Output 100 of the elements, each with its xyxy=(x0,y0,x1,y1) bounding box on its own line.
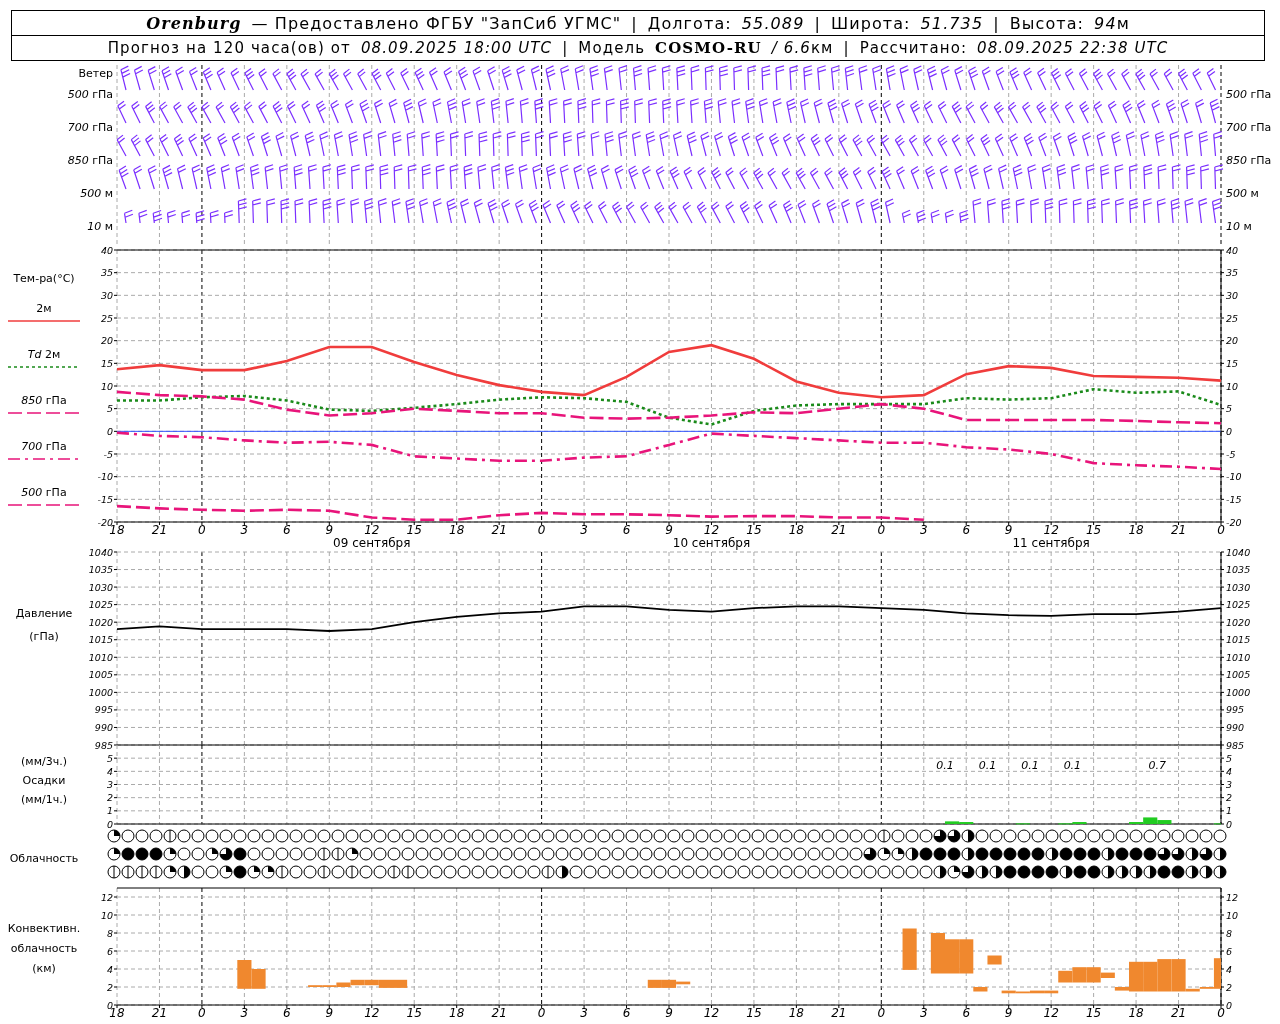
tick-label: 25 xyxy=(1226,312,1239,324)
cloud-cover-icon xyxy=(625,847,639,861)
tick-label: 15 xyxy=(100,357,113,369)
cloud-cover-icon xyxy=(443,829,457,843)
tick-label: 12 xyxy=(1226,891,1239,903)
cloud-cover-icon xyxy=(485,865,499,879)
tick-label: 30 xyxy=(100,289,113,301)
cloud-cover-icon xyxy=(1087,847,1101,861)
cloud-cover-icon xyxy=(1101,847,1115,861)
cloud-cover-icon xyxy=(667,829,681,843)
header-text: Прогноз на 120 часа(ов) от xyxy=(107,39,351,57)
legend-label: 500 гПа xyxy=(21,486,67,500)
cloud-cover-icon xyxy=(191,865,205,879)
tick-label: 21 xyxy=(151,523,168,537)
cloud-cover-icon xyxy=(1003,847,1017,861)
cloud-cover-icon xyxy=(737,847,751,861)
cloud-cover-icon xyxy=(443,865,457,879)
cloud-cover-icon xyxy=(1157,847,1171,861)
tick-label: 985 xyxy=(1226,739,1245,751)
cloud-cover-icon xyxy=(527,865,541,879)
cloud-cover-icon xyxy=(611,829,625,843)
tick-label: 25 xyxy=(100,312,113,324)
cloud-cover-icon xyxy=(163,847,177,861)
tick-label: 15 xyxy=(1085,523,1102,537)
cloud-cover-icon xyxy=(639,847,653,861)
cloud-cover-icon xyxy=(331,829,345,843)
cloud-cover-icon xyxy=(1045,829,1059,843)
cloud-cover-icon xyxy=(191,829,205,843)
tick-label: 0 xyxy=(1226,999,1233,1011)
tick-label: 1005 xyxy=(1226,669,1251,681)
cloud-cover-icon xyxy=(989,865,1003,879)
cloud-cover-icon xyxy=(597,865,611,879)
cloud-cover-icon xyxy=(1087,865,1101,879)
tick-label: 30 xyxy=(1226,289,1239,301)
pipe-separator: | xyxy=(993,13,1000,33)
cloud-cover-icon xyxy=(191,847,205,861)
tick-label: 0 xyxy=(106,999,113,1011)
panel-title: Тем-ра(°C) xyxy=(13,272,75,286)
cloud-cover-icon xyxy=(317,847,331,861)
tick-label: 995 xyxy=(94,704,113,716)
cloud-cover-icon xyxy=(569,847,583,861)
legend-label: Td 2м xyxy=(27,348,61,362)
cloud-cover-icon xyxy=(835,865,849,879)
cloud-cover-icon xyxy=(961,847,975,861)
cloud-cover-icon xyxy=(779,865,793,879)
cloud-cover-icon xyxy=(933,865,947,879)
cloud-cover-icon xyxy=(135,847,149,861)
cloud-cover-icon xyxy=(1031,829,1045,843)
tick-label: 1035 xyxy=(88,564,113,576)
cloud-cover-icon xyxy=(1101,865,1115,879)
tick-label: 0 xyxy=(537,523,546,537)
level-label: 500 гПа xyxy=(67,88,113,102)
cloud-cover-icon xyxy=(415,829,429,843)
tick-label: 5 xyxy=(106,403,113,415)
tick-label: 18 xyxy=(788,523,805,537)
pipe-separator: | xyxy=(814,13,821,33)
value-text: 51.735 xyxy=(920,13,984,33)
cloud-cover-icon xyxy=(737,865,751,879)
cloud-cover-icon xyxy=(835,847,849,861)
tick-label: 12 xyxy=(364,1006,380,1020)
cloud-cover-icon xyxy=(639,865,653,879)
tick-label: 8 xyxy=(106,927,113,939)
cloud-cover-icon xyxy=(331,847,345,861)
cloud-cover-icon xyxy=(1031,865,1045,879)
cloud-cover-icon xyxy=(877,865,891,879)
tick-label: 12 xyxy=(1043,523,1059,537)
cloud-cover-icon xyxy=(499,865,513,879)
tick-label: 3 xyxy=(580,1006,588,1020)
tick-label: -10 xyxy=(97,471,113,483)
tick-label: 40 xyxy=(100,244,113,256)
tick-label: 9 xyxy=(665,523,673,537)
tick-label: 15 xyxy=(406,523,422,537)
tick-label: 990 xyxy=(94,721,113,733)
tick-label: 3 xyxy=(240,523,249,537)
tick-label: 995 xyxy=(1226,704,1245,716)
cloud-cover-icon xyxy=(597,829,611,843)
tick-label: 1015 xyxy=(88,634,113,646)
tick-label: 985 xyxy=(94,739,113,751)
tick-label: 5 xyxy=(1226,752,1233,764)
cloud-cover-icon xyxy=(233,829,247,843)
cloud-cover-icon xyxy=(177,847,191,861)
cloud-cover-icon xyxy=(555,847,569,861)
cloud-cover-icon xyxy=(723,865,737,879)
tick-label: 6 xyxy=(106,945,113,957)
cloud-cover-icon xyxy=(905,829,919,843)
cloud-cover-icon xyxy=(583,865,597,879)
date-label: 10 сентября xyxy=(672,536,751,550)
cloud-cover-icon xyxy=(919,829,933,843)
legend-label: 700 гПа xyxy=(21,440,67,454)
cloud-cover-icon xyxy=(219,829,233,843)
tick-label: 0 xyxy=(106,425,113,437)
panel-label: (км) xyxy=(32,961,56,977)
tick-label: 1020 xyxy=(88,616,113,628)
cloud-cover-icon xyxy=(513,829,527,843)
tick-label: 21 xyxy=(1170,1006,1187,1020)
date-label: 11 сентября xyxy=(1012,536,1090,550)
cloud-cover-icon xyxy=(149,829,163,843)
cloud-cover-icon xyxy=(1059,865,1073,879)
cloud-cover-icon xyxy=(1101,829,1115,843)
cloud-cover-icon xyxy=(989,847,1003,861)
